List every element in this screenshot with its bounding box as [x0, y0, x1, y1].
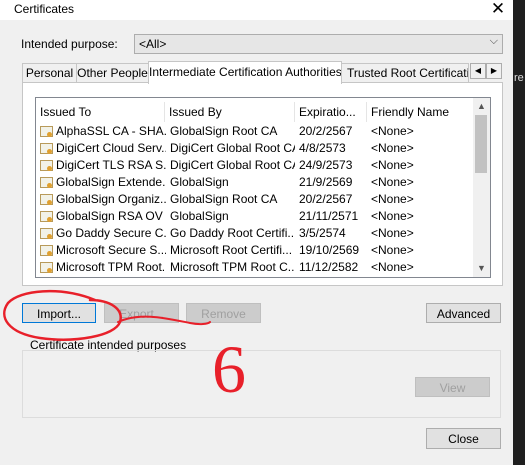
cell-issued-by: GlobalSign Root CA [170, 124, 278, 138]
cell-friendly-name: <None> [371, 124, 414, 138]
intended-purpose-label: Intended purpose: [21, 37, 118, 51]
cell-friendly-name: <None> [371, 243, 414, 257]
table-row[interactable]: GlobalSign Extende... GlobalSign 21/9/2569… [36, 174, 476, 191]
cell-expiration: 21/9/2569 [299, 175, 353, 189]
column-friendly-name[interactable]: Friendly Name [367, 102, 475, 122]
tab-personal[interactable]: Personal [22, 63, 77, 83]
tab-other-people[interactable]: Other People [76, 63, 149, 83]
cell-friendly-name: <None> [371, 158, 414, 172]
certificate-icon [40, 143, 53, 154]
column-expiration[interactable]: Expiratio... [295, 102, 367, 122]
column-issued-by[interactable]: Issued By [165, 102, 295, 122]
certificate-icon [40, 262, 53, 273]
cell-friendly-name: <None> [371, 175, 414, 189]
background-window-edge: re [513, 0, 525, 465]
cell-expiration: 21/11/2571 [299, 209, 359, 223]
certificate-icon [40, 160, 53, 171]
cell-expiration: 20/2/2567 [299, 192, 353, 206]
table-row[interactable]: Microsoft Secure S... Microsoft Root Cert… [36, 242, 476, 259]
close-button[interactable]: Close [426, 428, 501, 449]
chevron-down-icon: ⌵ [489, 35, 498, 47]
cell-issued-by: GlobalSign Root CA [170, 192, 278, 206]
cell-issued-by: GlobalSign [170, 209, 229, 223]
import-button[interactable]: Import... [22, 303, 96, 323]
scroll-thumb[interactable] [475, 115, 487, 173]
column-issued-to[interactable]: Issued To [36, 102, 165, 122]
cell-issued-by: Microsoft TPM Root C... [170, 260, 295, 274]
certificate-list[interactable]: Issued To Issued By Expiratio... Friendl… [35, 97, 491, 278]
window-title: Certificates [14, 2, 75, 16]
close-window-icon[interactable]: ✕ [485, 0, 511, 20]
cell-expiration: 4/8/2573 [299, 141, 346, 155]
certificate-icon [40, 194, 53, 205]
cell-issued-to: DigiCert TLS RSA S... [56, 158, 166, 172]
cell-expiration: 3/5/2574 [299, 226, 346, 240]
scroll-down-icon[interactable]: ▼ [473, 260, 490, 276]
cell-issued-to: GlobalSign RSA OV ... [56, 209, 166, 223]
table-row[interactable]: Go Daddy Secure C... Go Daddy Root Certif… [36, 225, 476, 242]
table-row[interactable]: DigiCert TLS RSA S... DigiCert Global Roo… [36, 157, 476, 174]
cell-issued-to: Microsoft TPM Root... [56, 260, 166, 274]
table-row[interactable]: AlphaSSL CA - SHA... GlobalSign Root CA 20… [36, 123, 476, 140]
export-button[interactable]: Export... [104, 303, 179, 323]
certificate-icon [40, 228, 53, 239]
cell-friendly-name: <None> [371, 260, 414, 274]
cell-friendly-name: <None> [371, 192, 414, 206]
certificates-dialog: Certificates ✕ Intended purpose: <All> ⌵… [0, 0, 513, 465]
cell-expiration: 11/12/2582 [299, 260, 359, 274]
certificate-icon [40, 211, 53, 222]
cell-issued-by: GlobalSign [170, 175, 229, 189]
advanced-button[interactable]: Advanced [426, 303, 501, 323]
background-text: re [514, 72, 524, 84]
table-row[interactable]: DigiCert Cloud Serv... DigiCert Global Ro… [36, 140, 476, 157]
cell-issued-to: GlobalSign Organiz... [56, 192, 166, 206]
scroll-up-icon[interactable]: ▲ [473, 98, 490, 114]
certificate-icon [40, 177, 53, 188]
cell-friendly-name: <None> [371, 226, 414, 240]
cell-issued-to: Go Daddy Secure C... [56, 226, 166, 240]
table-row[interactable]: Microsoft TPM Root... Microsoft TPM Root … [36, 259, 476, 276]
cell-expiration: 24/9/2573 [299, 158, 353, 172]
remove-button[interactable]: Remove [186, 303, 261, 323]
cell-issued-by: DigiCert Global Root CA [170, 158, 295, 172]
title-bar: Certificates ✕ [0, 0, 513, 20]
table-row[interactable]: GlobalSign RSA OV ... GlobalSign 21/11/257… [36, 208, 476, 225]
tab-scroll-left-icon[interactable]: ◀ [470, 63, 486, 79]
tab-scroll-right-icon[interactable]: ▶ [486, 63, 502, 79]
cell-friendly-name: <None> [371, 209, 414, 223]
cell-expiration: 19/10/2569 [299, 243, 360, 257]
cell-issued-to: AlphaSSL CA - SHA... [56, 124, 166, 138]
cell-issued-by: Microsoft Root Certifi... [170, 243, 293, 257]
cell-friendly-name: <None> [371, 141, 414, 155]
cell-issued-to: GlobalSign Extende... [56, 175, 166, 189]
list-scrollbar[interactable]: ▲ ▼ [473, 98, 490, 277]
cell-issued-to: Microsoft Secure S... [56, 243, 166, 257]
intended-purpose-select[interactable]: <All> ⌵ [134, 34, 503, 54]
cell-expiration: 20/2/2567 [299, 124, 353, 138]
cell-issued-to: DigiCert Cloud Serv... [56, 141, 166, 155]
cell-issued-by: Go Daddy Root Certifi... [170, 226, 295, 240]
certificate-icon [40, 245, 53, 256]
certificate-icon [40, 126, 53, 137]
tab-intermediate-ca[interactable]: Intermediate Certification Authorities [148, 61, 342, 84]
view-button[interactable]: View [415, 377, 490, 397]
cell-issued-by: DigiCert Global Root CA [170, 141, 295, 155]
table-row[interactable]: GlobalSign Organiz... GlobalSign Root CA 2… [36, 191, 476, 208]
intended-purpose-value: <All> [139, 37, 167, 51]
tab-trusted-root[interactable]: Trusted Root Certification [341, 63, 469, 82]
